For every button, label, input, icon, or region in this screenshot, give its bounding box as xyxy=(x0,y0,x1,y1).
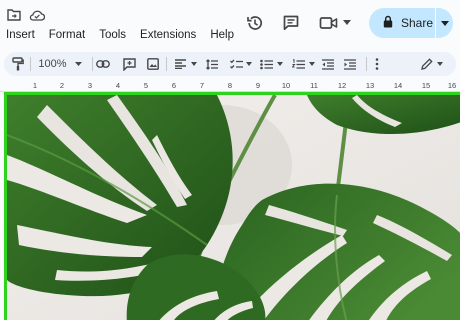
line-spacing-icon[interactable] xyxy=(204,52,220,76)
increase-indent-icon[interactable] xyxy=(342,52,358,76)
bulleted-list-icon[interactable] xyxy=(258,52,274,76)
ruler-number: 3 xyxy=(87,81,93,90)
paint-format-icon[interactable] xyxy=(10,52,26,76)
selected-image[interactable] xyxy=(4,92,460,320)
share-button[interactable]: Share xyxy=(369,8,453,38)
menu-format[interactable]: Format xyxy=(49,29,85,41)
editing-mode-dropdown-icon[interactable] xyxy=(436,52,444,76)
numbered-list-icon[interactable] xyxy=(290,52,306,76)
folder-move-icon[interactable] xyxy=(6,8,22,22)
ruler-number: 10 xyxy=(281,81,291,90)
ruler-number: 6 xyxy=(171,81,177,90)
ruler-number: 15 xyxy=(421,81,431,90)
toolbar-divider xyxy=(92,57,93,71)
insert-image-icon[interactable] xyxy=(144,52,162,76)
ruler-number: 12 xyxy=(337,81,347,90)
share-label: Share xyxy=(401,16,434,30)
toolbar-divider xyxy=(166,57,167,71)
horizontal-ruler[interactable]: 1 2 3 4 5 6 7 8 9 10 11 12 13 14 15 16 xyxy=(0,80,460,92)
align-dropdown-icon[interactable] xyxy=(190,52,198,76)
top-bar: Insert Format Tools Extensions Help Shar… xyxy=(0,0,460,48)
ruler-number: 7 xyxy=(199,81,205,90)
menu-tools[interactable]: Tools xyxy=(99,29,126,41)
more-options-icon[interactable] xyxy=(370,52,384,76)
zoom-value: 100% xyxy=(38,58,67,70)
ruler-number: 4 xyxy=(115,81,121,90)
bulleted-list-dropdown-icon[interactable] xyxy=(276,52,284,76)
menu-bar: Insert Format Tools Extensions Help xyxy=(0,26,248,44)
ruler-number: 1 xyxy=(32,81,38,90)
zoom-dropdown-icon xyxy=(74,62,82,66)
align-left-icon[interactable] xyxy=(172,52,188,76)
checklist-dropdown-icon[interactable] xyxy=(245,52,253,76)
numbered-list-dropdown-icon[interactable] xyxy=(308,52,316,76)
zoom-select[interactable]: 100% xyxy=(34,52,86,76)
editing-mode-icon[interactable] xyxy=(420,52,434,76)
ruler-number: 8 xyxy=(227,81,233,90)
menu-extensions[interactable]: Extensions xyxy=(140,29,196,41)
ruler-number: 5 xyxy=(143,81,149,90)
history-icon[interactable] xyxy=(244,12,266,34)
checklist-icon[interactable] xyxy=(228,52,244,76)
ruler-number: 9 xyxy=(255,81,261,90)
ruler-number: 14 xyxy=(393,81,403,90)
monstera-leaves-image xyxy=(7,95,460,320)
share-dropdown-icon[interactable] xyxy=(436,8,453,38)
ruler-number: 13 xyxy=(365,81,375,90)
menu-help[interactable]: Help xyxy=(210,29,234,41)
lock-icon xyxy=(383,15,393,31)
comment-icon[interactable] xyxy=(280,12,302,34)
ruler-number: 16 xyxy=(447,81,457,90)
formatting-toolbar: 100% xyxy=(4,52,456,76)
toolbar-divider xyxy=(366,57,367,71)
share-main[interactable]: Share xyxy=(369,8,435,38)
link-icon[interactable] xyxy=(94,52,112,76)
meet-icon[interactable] xyxy=(318,12,340,34)
ruler-number: 11 xyxy=(310,81,318,90)
ruler-number: 2 xyxy=(59,81,65,90)
menu-insert[interactable]: Insert xyxy=(6,29,35,41)
add-comment-icon[interactable] xyxy=(120,52,138,76)
toolbar-divider xyxy=(30,57,31,71)
cloud-saved-icon[interactable] xyxy=(28,8,46,22)
decrease-indent-icon[interactable] xyxy=(320,52,336,76)
chevron-down-icon[interactable] xyxy=(342,17,352,27)
